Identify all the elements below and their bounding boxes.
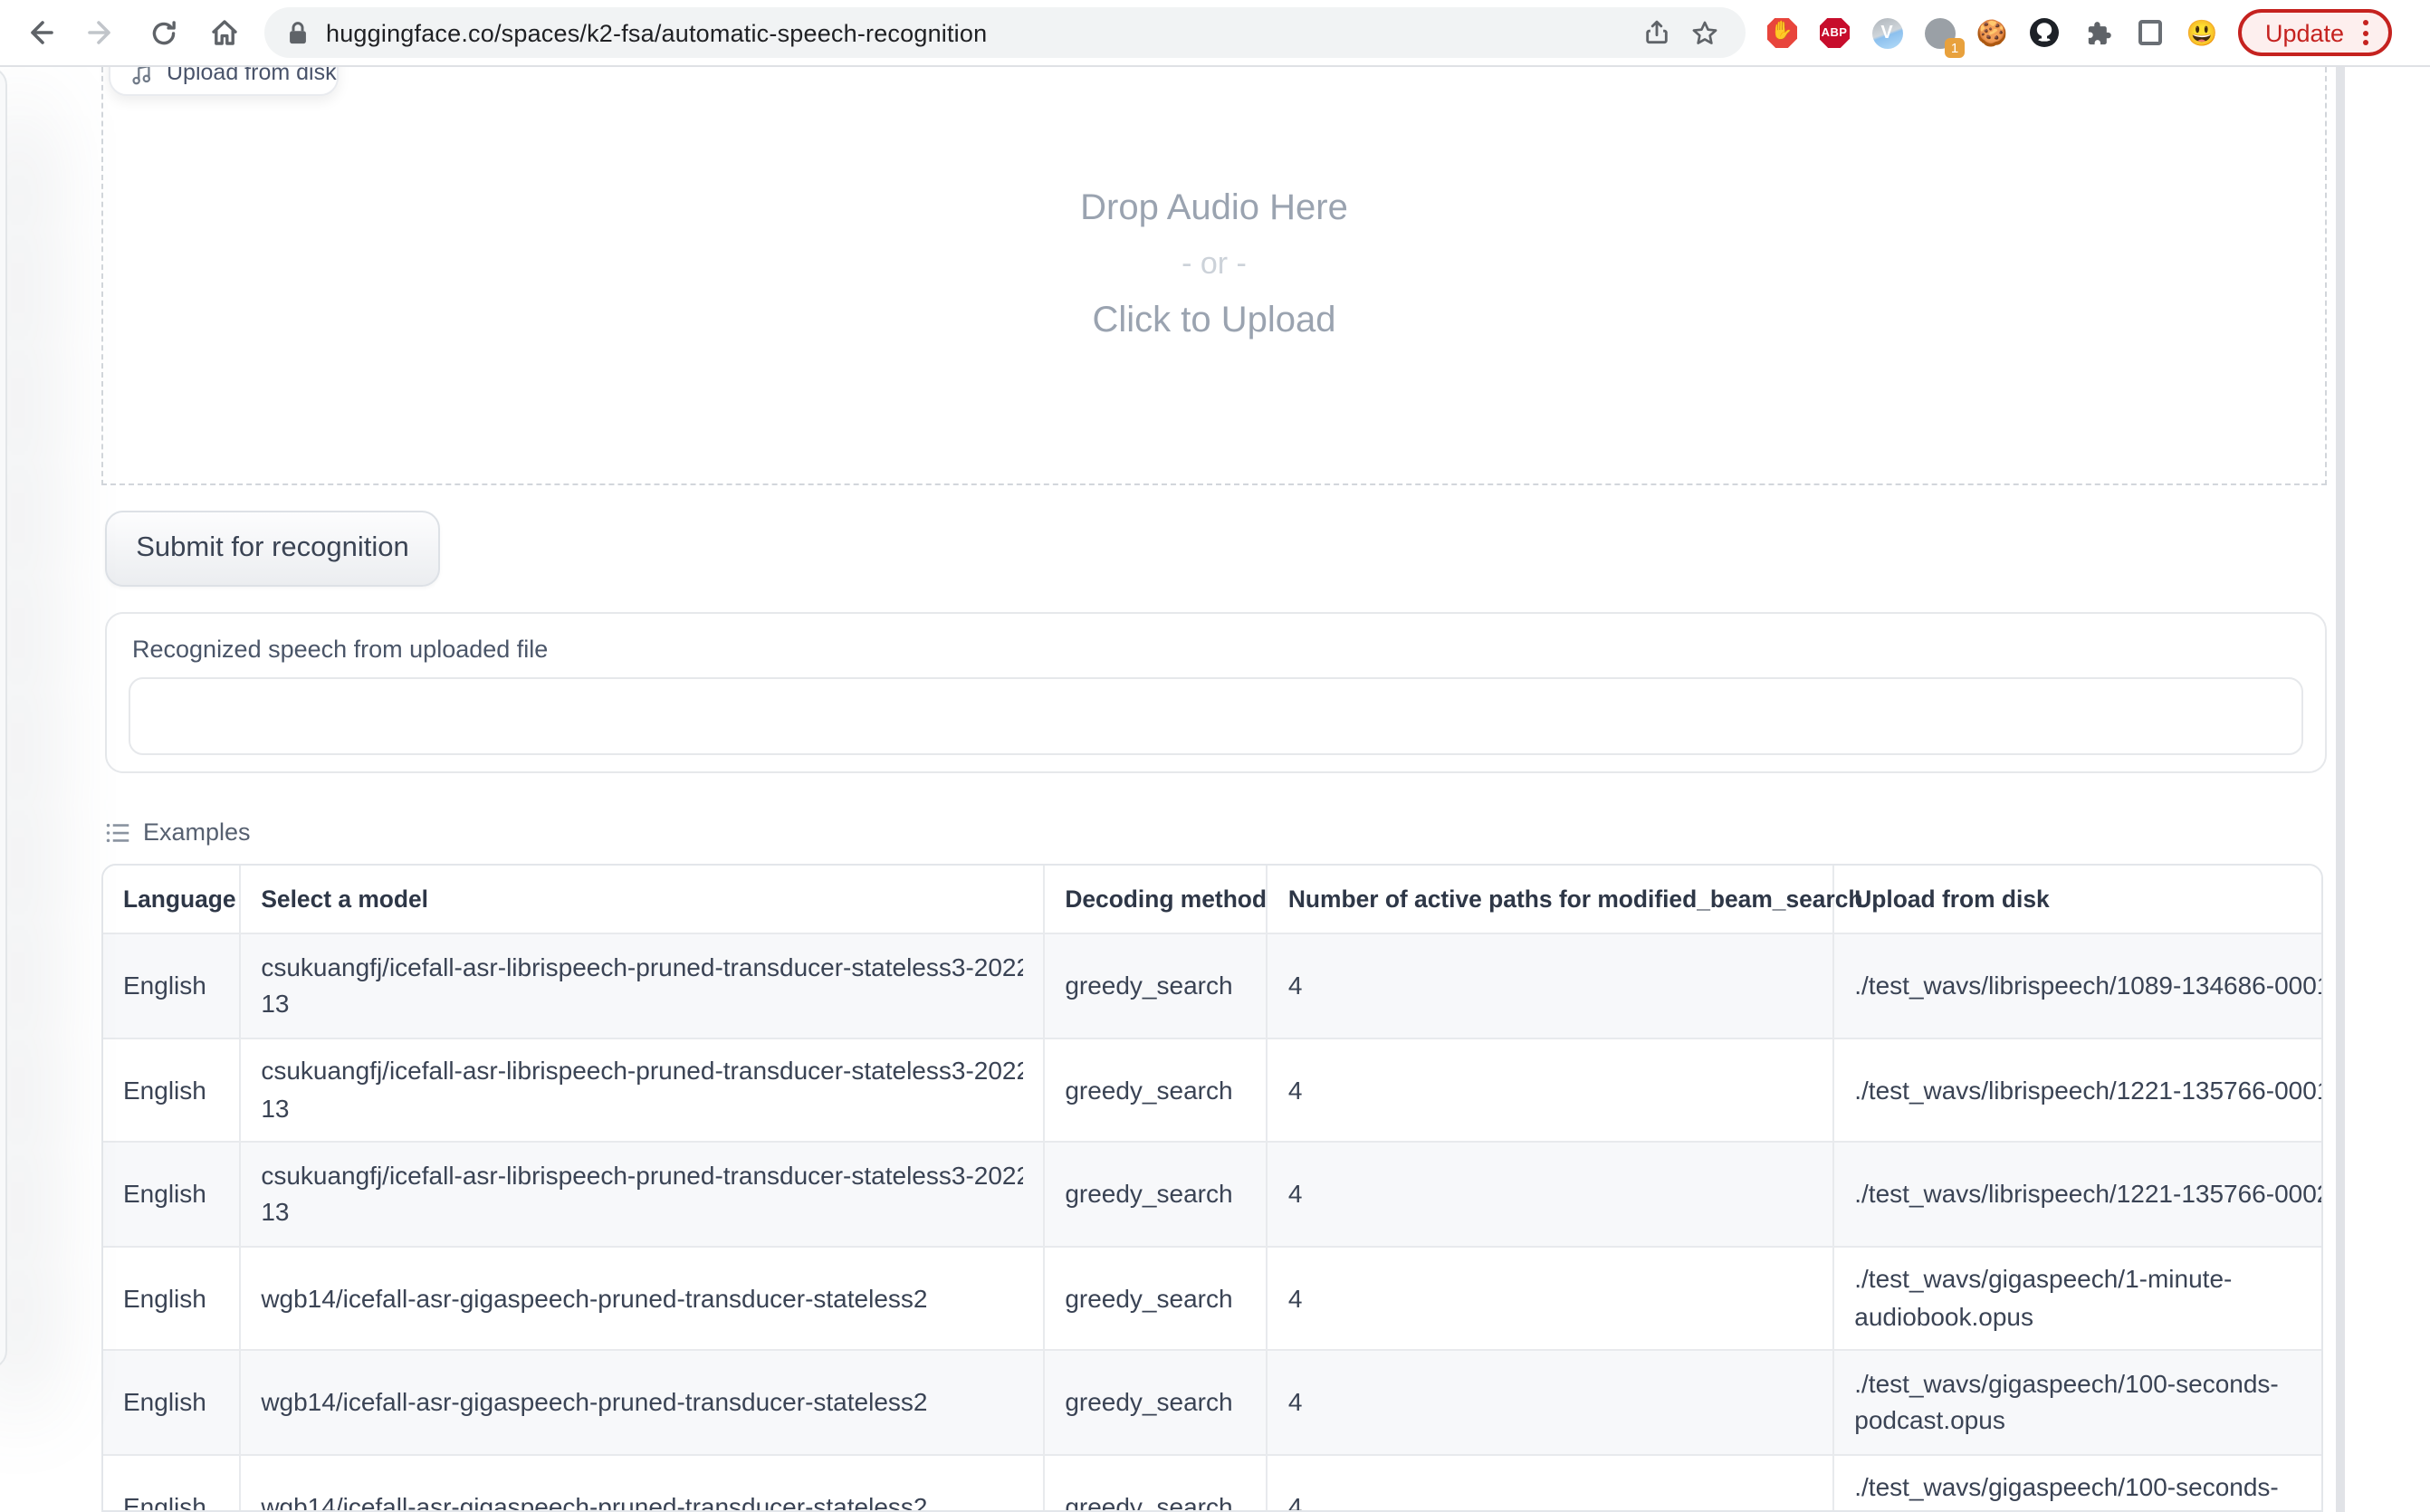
examples-header: Examples — [105, 818, 251, 846]
table-header-cell: Number of active paths for modified_beam… — [1268, 866, 1834, 934]
table-cell[interactable]: greedy_search — [1045, 1143, 1268, 1247]
table-cell[interactable]: 4 — [1268, 1247, 1834, 1351]
table-cell[interactable]: ./test_wavs/librispeech/1089-134686-0001… — [1834, 934, 2323, 1038]
dropzone-text: Drop Audio Here - or - Click to Upload — [103, 188, 2325, 342]
back-button[interactable] — [14, 7, 65, 58]
profile-extension-icon[interactable]: 1 — [1921, 14, 1957, 51]
extensions-strip: ✋ ABP V 1 🍪 — [1764, 14, 2220, 51]
smiley-extension-icon[interactable]: 😃 — [2184, 14, 2220, 51]
adblock-extension-icon[interactable]: ✋ — [1764, 14, 1800, 51]
table-cell[interactable]: ./test_wavs/librispeech/1221-135766-0002… — [1834, 1143, 2323, 1247]
chrome-update-button[interactable]: Update — [2238, 9, 2391, 56]
recognized-speech-textbox[interactable] — [129, 677, 2303, 755]
github-extension-icon[interactable] — [2026, 14, 2062, 51]
table-cell[interactable]: csukuangfj/icefall-asr-librispeech-prune… — [241, 1038, 1045, 1143]
table-cell[interactable]: ./test_wavs/gigaspeech/100-seconds- podc… — [1834, 1351, 2323, 1455]
back-icon — [24, 16, 56, 49]
lock-icon — [286, 19, 310, 46]
table-cell[interactable]: wgb14/icefall-asr-gigaspeech-pruned-tran… — [241, 1455, 1045, 1512]
submit-for-recognition-button[interactable]: Submit for recognition — [105, 511, 440, 587]
table-cell[interactable]: English — [103, 1038, 241, 1143]
share-button[interactable] — [1633, 9, 1680, 56]
table-cell[interactable]: greedy_search — [1045, 934, 1268, 1038]
drop-subtitle: Click to Upload — [103, 301, 2325, 342]
table-row[interactable]: Englishwgb14/icefall-asr-gigaspeech-prun… — [103, 1455, 2323, 1512]
home-icon — [208, 16, 241, 49]
notification-badge: 1 — [1945, 38, 1965, 58]
table-cell[interactable]: English — [103, 1351, 241, 1455]
table-cell[interactable]: ./test_wavs/librispeech/1221-135766-0001… — [1834, 1038, 2323, 1143]
page-content: Upload from disk Drop Audio Here - or - … — [0, 67, 2430, 1512]
table-cell[interactable]: 4 — [1268, 934, 1834, 1038]
table-header-cell: Upload from disk — [1834, 866, 2323, 934]
star-icon — [1689, 17, 1719, 48]
table-cell[interactable]: 4 — [1268, 1455, 1834, 1512]
bookmark-button[interactable] — [1680, 9, 1727, 56]
table-row[interactable]: Englishcsukuangfj/icefall-asr-librispeec… — [103, 1143, 2323, 1247]
table-cell[interactable]: greedy_search — [1045, 1351, 1268, 1455]
side-panel-icon — [2138, 20, 2161, 45]
table-cell[interactable]: English — [103, 1143, 241, 1247]
table-cell[interactable]: English — [103, 1455, 241, 1512]
table-cell[interactable]: 4 — [1268, 1143, 1834, 1247]
github-icon — [2028, 16, 2061, 49]
output-panel: Recognized speech from uploaded file — [105, 612, 2327, 773]
table-header-cell: Decoding method — [1045, 866, 1268, 934]
side-panel-button[interactable] — [2131, 14, 2167, 51]
extensions-menu-button[interactable] — [2079, 14, 2115, 51]
left-drawer-edge — [0, 67, 7, 1369]
refresh-button[interactable] — [138, 7, 188, 58]
audio-dropzone[interactable]: Upload from disk Drop Audio Here - or - … — [101, 67, 2327, 485]
table-row[interactable]: Englishcsukuangfj/icefall-asr-librispeec… — [103, 934, 2323, 1038]
forward-icon — [85, 16, 118, 49]
examples-list-icon — [105, 819, 130, 845]
table-cell[interactable]: greedy_search — [1045, 1247, 1268, 1351]
table-row[interactable]: Englishcsukuangfj/icefall-asr-librispeec… — [103, 1038, 2323, 1143]
share-icon — [1642, 18, 1671, 47]
table-cell[interactable]: csukuangfj/icefall-asr-librispeech-prune… — [241, 1143, 1045, 1247]
abp-extension-icon[interactable]: ABP — [1816, 14, 1852, 51]
browser-toolbar: huggingface.co/spaces/k2-fsa/automatic-s… — [0, 0, 2430, 67]
table-cell[interactable]: English — [103, 1247, 241, 1351]
browser-menu-icon[interactable] — [2358, 16, 2371, 49]
table-cell[interactable]: greedy_search — [1045, 1038, 1268, 1143]
cookie-extension-icon[interactable]: 🍪 — [1974, 14, 2010, 51]
table-header-row: LanguageSelect a modelDecoding methodNum… — [103, 866, 2323, 934]
forward-button[interactable] — [76, 7, 127, 58]
table-cell[interactable]: English — [103, 934, 241, 1038]
examples-label: Examples — [143, 818, 251, 846]
output-label: Recognized speech from uploaded file — [132, 636, 548, 663]
table-cell[interactable]: csukuangfj/icefall-asr-librispeech-prune… — [241, 934, 1045, 1038]
address-bar[interactable]: huggingface.co/spaces/k2-fsa/automatic-s… — [264, 7, 1746, 58]
refresh-icon — [148, 17, 178, 48]
drop-title: Drop Audio Here — [103, 188, 2325, 230]
table-cell[interactable]: greedy_search — [1045, 1455, 1268, 1512]
v-extension-icon[interactable]: V — [1869, 14, 1905, 51]
table-cell[interactable]: 4 — [1268, 1038, 1834, 1143]
drop-separator: - or - — [103, 246, 2325, 282]
puzzle-icon — [2081, 17, 2112, 48]
table-cell[interactable]: 4 — [1268, 1351, 1834, 1455]
examples-table: LanguageSelect a modelDecoding methodNum… — [101, 864, 2323, 1512]
table-header-cell: Select a model — [241, 866, 1045, 934]
table-cell[interactable]: wgb14/icefall-asr-gigaspeech-pruned-tran… — [241, 1247, 1045, 1351]
home-button[interactable] — [199, 7, 250, 58]
scrollbar-track[interactable] — [2336, 67, 2344, 1512]
table-row[interactable]: Englishwgb14/icefall-asr-gigaspeech-prun… — [103, 1351, 2323, 1455]
table-row[interactable]: Englishwgb14/icefall-asr-gigaspeech-prun… — [103, 1247, 2323, 1351]
table-cell[interactable]: wgb14/icefall-asr-gigaspeech-pruned-tran… — [241, 1351, 1045, 1455]
url-text[interactable]: huggingface.co/spaces/k2-fsa/automatic-s… — [326, 19, 1633, 46]
table-cell[interactable]: ./test_wavs/gigaspeech/100-seconds- yout… — [1834, 1455, 2323, 1512]
table-cell[interactable]: ./test_wavs/gigaspeech/1-minute- audiobo… — [1834, 1247, 2323, 1351]
table-header-cell: Language — [103, 866, 241, 934]
